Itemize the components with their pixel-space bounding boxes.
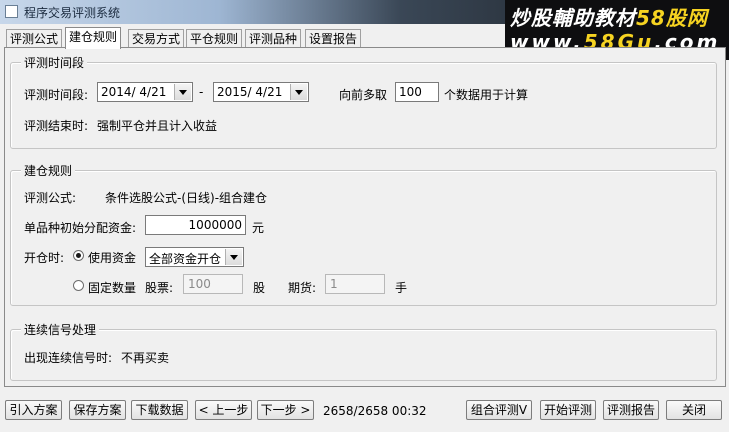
chevron-down-icon[interactable] <box>225 249 242 265</box>
funds-mode-select[interactable]: 全部资金开仓 <box>145 247 244 267</box>
download-data-button[interactable]: 下载数据 <box>131 400 188 420</box>
import-scheme-button[interactable]: 引入方案 <box>5 400 62 420</box>
open-rules-group-title: 建仓规则 <box>21 162 76 179</box>
use-funds-radio[interactable] <box>73 250 84 261</box>
lookback-label: 向前多取 <box>339 88 388 102</box>
prev-step-button[interactable]: < 上一步 <box>195 400 252 420</box>
stock-label: 股票: <box>145 281 174 295</box>
tab-formula[interactable]: 评测公式 <box>6 29 63 48</box>
period-label: 评测时间段: <box>24 88 89 102</box>
eval-report-button[interactable]: 评测报告 <box>603 400 659 420</box>
period-group-title: 评测时间段 <box>21 54 88 71</box>
lookback-suffix: 个数据用于计算 <box>444 88 529 102</box>
stock-unit: 股 <box>253 281 266 295</box>
tab-open-rules[interactable]: 建仓规则 <box>65 27 122 49</box>
app-icon <box>5 5 18 18</box>
chevron-down-icon[interactable] <box>174 84 191 100</box>
date-separator: - <box>199 85 204 99</box>
start-eval-button[interactable]: 开始评测 <box>540 400 596 420</box>
lookback-input[interactable]: 100 <box>395 82 439 102</box>
fixed-qty-radio[interactable] <box>73 280 84 291</box>
period-group <box>10 62 717 149</box>
formula-label: 评测公式: <box>24 191 77 205</box>
tab-close-rules[interactable]: 平仓规则 <box>186 29 243 48</box>
open-label: 开仓时: <box>24 251 65 265</box>
end-value: 强制平仓并且计入收益 <box>97 119 218 133</box>
start-date-picker[interactable]: 2014/ 4/21 <box>97 82 193 102</box>
combo-eval-button[interactable]: 组合评测V <box>466 400 532 420</box>
end-label: 评测结束时: <box>24 119 89 133</box>
save-scheme-button[interactable]: 保存方案 <box>69 400 126 420</box>
stock-qty-value: 100 <box>188 277 211 291</box>
close-button[interactable]: 关闭 <box>666 400 722 420</box>
futures-label: 期货: <box>288 281 317 295</box>
capital-value: 1000000 <box>188 218 242 232</box>
next-step-button[interactable]: 下一步 > <box>257 400 314 420</box>
funds-mode-value: 全部资金开仓 <box>149 252 222 266</box>
tab-report-settings[interactable]: 设置报告 <box>305 29 362 48</box>
formula-value: 条件选股公式-(日线)-组合建仓 <box>105 191 268 205</box>
futures-qty-input[interactable]: 1 <box>325 274 385 294</box>
fixed-qty-label[interactable]: 固定数量 <box>88 279 136 296</box>
watermark-line-1: 炒股輔助教材58股网 <box>510 6 708 30</box>
tab-instruments[interactable]: 评测品种 <box>245 29 302 48</box>
futures-qty-value: 1 <box>330 277 338 291</box>
start-date-value: 2014/ 4/21 <box>101 85 167 99</box>
futures-unit: 手 <box>395 281 408 295</box>
tab-trade-method[interactable]: 交易方式 <box>128 29 185 48</box>
lookback-value: 100 <box>399 85 422 99</box>
capital-input[interactable]: 1000000 <box>145 215 246 235</box>
end-date-picker[interactable]: 2015/ 4/21 <box>213 82 309 102</box>
window-title: 程序交易评测系统 <box>24 6 121 20</box>
capital-unit: 元 <box>252 221 265 235</box>
signal-value: 不再买卖 <box>121 351 170 365</box>
signal-group <box>10 329 717 381</box>
progress-status: 2658/2658 00:32 <box>323 404 427 418</box>
capital-label: 单品种初始分配资金: <box>24 221 137 235</box>
stock-qty-input[interactable]: 100 <box>183 274 243 294</box>
signal-label: 出现连续信号时: <box>24 351 113 365</box>
chevron-down-icon[interactable] <box>290 84 307 100</box>
end-date-value: 2015/ 4/21 <box>217 85 283 99</box>
signal-group-title: 连续信号处理 <box>21 321 100 338</box>
use-funds-label[interactable]: 使用资金 <box>88 249 136 266</box>
